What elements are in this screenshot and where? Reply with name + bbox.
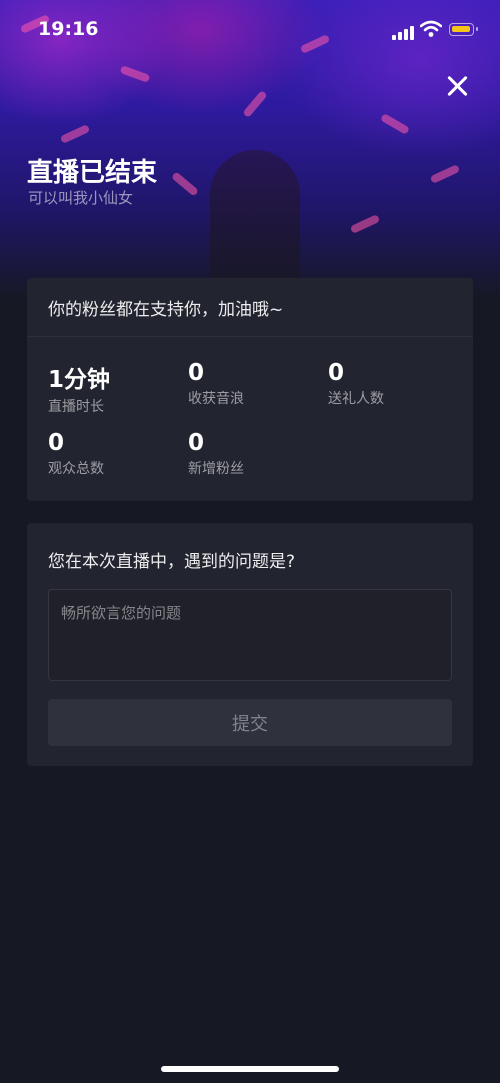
page-title: 直播已结束 [27,158,158,188]
submit-button[interactable]: 提交 [48,699,452,746]
feedback-input[interactable] [48,589,452,681]
stat-gifters: 0 送礼人数 [328,360,384,408]
status-bar: 19:16 [0,0,500,60]
stat-new-fans: 0 新增粉丝 [188,430,244,478]
stat-value: 0 [188,360,205,386]
decorative-petal [59,124,91,144]
stat-value: 0 [48,430,65,456]
stat-label: 送礼人数 [328,391,384,407]
decorative-petal [242,89,268,119]
wifi-icon [420,20,442,37]
decorative-petal [429,164,461,184]
signal-icon [392,26,416,40]
stat-sound-waves: 0 收获音浪 [188,360,244,408]
close-icon[interactable] [444,72,472,100]
stat-label: 新增粉丝 [188,461,244,477]
battery-icon [449,23,478,36]
status-time: 19:16 [38,18,99,40]
stat-value: 1分钟 [48,367,111,393]
stat-viewers: 0 观众总数 [48,430,104,478]
feedback-card: 您在本次直播中，遇到的问题是? 提交 [27,523,473,766]
stats-card: 你的粉丝都在支持你，加油哦~ 1分钟 直播时长 0 收获音浪 0 送礼人数 0 … [27,278,473,501]
stat-label: 收获音浪 [188,391,244,407]
stat-value: 0 [328,360,345,386]
decorative-petal [380,113,410,135]
decorative-petal [349,214,381,234]
support-message: 你的粉丝都在支持你，加油哦~ [27,278,473,337]
stat-value: 0 [188,430,205,456]
decorative-petal [170,171,200,197]
feedback-question: 您在本次直播中，遇到的问题是? [48,552,296,572]
stat-label: 观众总数 [48,461,104,477]
stat-duration: 1分钟 直播时长 [48,360,110,416]
home-indicator [161,1066,339,1072]
decorative-petal [119,65,151,83]
streamer-name: 可以叫我小仙女 [28,189,134,207]
stat-label: 直播时长 [48,399,104,415]
